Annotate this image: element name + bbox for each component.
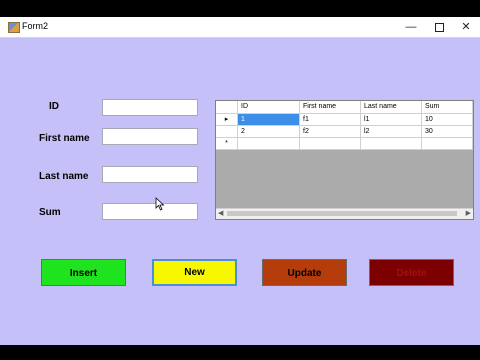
update-button[interactable]: Update [262,259,347,286]
column-header[interactable]: ID [238,101,300,114]
id-input[interactable] [102,99,198,116]
scrollbar-thumb[interactable] [227,211,457,216]
app-icon [8,22,20,33]
minimize-icon: — [405,21,417,33]
first-name-input[interactable] [102,128,198,145]
table-cell[interactable]: 1 [238,114,300,126]
close-icon: ✕ [461,21,471,33]
new-row-cell[interactable] [300,138,361,150]
column-header[interactable]: First name [300,101,361,114]
row-header-new[interactable]: * [216,138,238,150]
sum-label: Sum [39,207,61,218]
scroll-right-icon[interactable]: ▶ [466,209,471,219]
column-header[interactable]: Last name [361,101,422,114]
column-header[interactable]: Sum [422,101,473,114]
title-bar[interactable]: Form2 — ✕ [0,17,480,38]
horizontal-scrollbar[interactable]: ◀ ▶ [216,208,473,219]
table-cell[interactable]: 30 [422,126,473,138]
minimize-button[interactable]: — [400,19,422,35]
grid-header: ID First name Last name Sum [216,101,473,115]
grid-corner [216,101,238,114]
form2-window: Form2 — ✕ ID First name Last name Sum ID… [0,17,480,345]
row-header-current[interactable]: ▸ [216,114,238,126]
new-row-cell[interactable] [361,138,422,150]
delete-button[interactable]: Delete [369,259,454,286]
row-header[interactable] [216,126,238,138]
new-row-cell[interactable] [238,138,300,150]
table-cell[interactable]: f2 [300,126,361,138]
first-name-label: First name [39,133,90,144]
maximize-button[interactable] [428,19,450,35]
new-button[interactable]: New [152,259,237,286]
scroll-left-icon[interactable]: ◀ [218,209,223,219]
table-cell[interactable]: f1 [300,114,361,126]
table-cell[interactable]: 2 [238,126,300,138]
maximize-icon [434,23,444,32]
table-cell[interactable]: l2 [361,126,422,138]
close-button[interactable]: ✕ [455,19,477,35]
window-title: Form2 [22,21,49,31]
last-name-input[interactable] [102,166,198,183]
table-cell[interactable]: l1 [361,114,422,126]
new-row-cell[interactable] [422,138,473,150]
mouse-cursor-icon [155,197,165,211]
table-cell[interactable]: 10 [422,114,473,126]
sum-input[interactable] [102,203,198,220]
id-label: ID [49,101,59,112]
insert-button[interactable]: Insert [41,259,126,286]
last-name-label: Last name [39,171,89,182]
data-grid[interactable]: ID First name Last name Sum ▸ 1 f1 l1 10… [215,100,474,220]
